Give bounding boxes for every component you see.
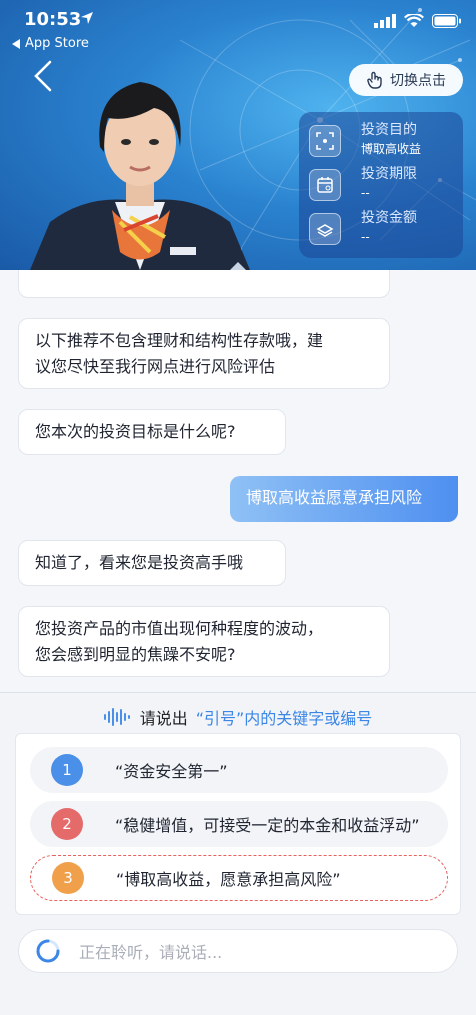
prompt-lead: 请说出 — [139, 709, 188, 728]
video-header: 10:53 App Store 切换点击 投资目的 博取高收益 投资期限 -- … — [0, 0, 476, 270]
target-icon — [309, 125, 341, 157]
back-to-app[interactable]: App Store — [12, 36, 89, 51]
info-label: 投资金额 — [361, 210, 417, 226]
calendar-icon — [309, 169, 341, 201]
assistant-message: 您投资产品的市值出现何种程度的波动， 您会感到明显的焦躁不安呢? — [18, 606, 390, 677]
back-triangle-icon — [12, 38, 20, 49]
money-icon — [309, 213, 341, 245]
option-2[interactable]: 2 “稳健增值，可接受一定的本金和收益浮动” — [30, 801, 448, 847]
message-line: 您会感到明显的焦躁不安呢? — [35, 645, 236, 664]
status-time: 10:53 — [24, 9, 82, 30]
info-row-amount: 投资金额 -- — [309, 208, 453, 252]
option-text: “博取高收益，愿意承担高风险” — [116, 870, 341, 889]
chat-history[interactable]: 以下推荐不包含理财和结构性存款哦，建 议您尽快至我行网点进行风险评估 您本次的投… — [0, 270, 476, 693]
status-indicators — [374, 14, 462, 28]
assistant-message: 您本次的投资目标是什么呢? — [18, 409, 286, 455]
info-label: 投资目的 — [361, 122, 417, 138]
option-text: “资金安全第一” — [115, 762, 228, 781]
message-line: 您投资产品的市值出现何种程度的波动， — [35, 619, 324, 638]
wifi-icon — [404, 14, 424, 27]
option-number: 2 — [51, 808, 83, 840]
digital-assistant-avatar — [30, 82, 250, 270]
message-line: 知道了，看来您是投资高手哦 — [35, 553, 244, 572]
voice-prompt: 请说出 “引号”内的关键字或编号 — [0, 705, 476, 729]
status-bar: 10:53 App Store — [0, 0, 476, 56]
answer-options: 1 “资金安全第一” 2 “稳健增值，可接受一定的本金和收益浮动” 3 “博取高… — [15, 733, 461, 915]
battery-icon — [432, 14, 461, 28]
panel-caret — [230, 262, 246, 270]
back-app-label: App Store — [25, 36, 89, 51]
voice-input-area: 请说出 “引号”内的关键字或编号 1 “资金安全第一” 2 “稳健增值，可接受一… — [0, 693, 476, 1015]
listening-bar[interactable]: 正在聆听，请说话... — [18, 929, 458, 973]
message-line: 以下推荐不包含理财和结构性存款哦，建 — [35, 331, 324, 350]
prompt-highlight: “引号”内的关键字或编号 — [195, 709, 373, 728]
info-label: 投资期限 — [361, 166, 417, 182]
switch-to-tap-button[interactable]: 切换点击 — [349, 64, 463, 96]
option-number: 3 — [52, 862, 84, 894]
listening-spinner-icon — [36, 939, 60, 963]
option-text: “稳健增值，可接受一定的本金和收益浮动” — [115, 816, 420, 835]
hand-tap-icon — [367, 71, 382, 89]
info-value: -- — [361, 186, 370, 200]
info-row-goal: 投资目的 博取高收益 — [309, 120, 453, 164]
assistant-message: 以下推荐不包含理财和结构性存款哦，建 议您尽快至我行网点进行风险评估 — [18, 318, 390, 389]
option-number: 1 — [51, 754, 83, 786]
assistant-message: 知道了，看来您是投资高手哦 — [18, 540, 286, 586]
message-line: 您本次的投资目标是什么呢? — [35, 422, 236, 441]
info-value: 博取高收益 — [361, 142, 422, 156]
option-1[interactable]: 1 “资金安全第一” — [30, 747, 448, 793]
listening-text: 正在聆听，请说话... — [79, 943, 223, 962]
info-value: -- — [361, 230, 370, 244]
message-line: 博取高收益愿意承担风险 — [246, 488, 423, 507]
location-arrow-icon — [81, 12, 93, 24]
message-line: 议您尽快至我行网点进行风险评估 — [35, 357, 276, 376]
sound-wave-icon — [103, 708, 130, 726]
previous-message-bubble — [18, 270, 390, 298]
signal-icon — [374, 14, 396, 28]
option-3[interactable]: 3 “博取高收益，愿意承担高风险” — [30, 855, 448, 901]
user-message: 博取高收益愿意承担风险 — [230, 476, 458, 522]
investment-info-panel: 投资目的 博取高收益 投资期限 -- 投资金额 -- — [299, 112, 463, 258]
switch-label: 切换点击 — [390, 73, 446, 89]
info-row-term: 投资期限 -- — [309, 164, 453, 208]
